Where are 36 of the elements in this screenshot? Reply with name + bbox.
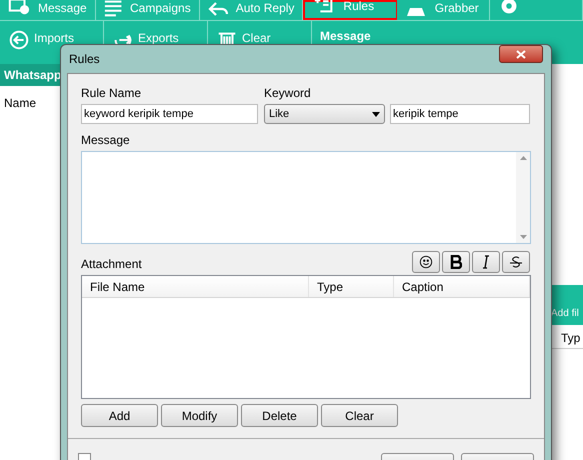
message-textarea[interactable] — [81, 151, 531, 244]
italic-icon — [481, 255, 491, 269]
arrow-left-circle-icon — [8, 29, 30, 51]
smiley-icon — [419, 255, 433, 269]
action-button[interactable]: Delete — [241, 404, 318, 427]
input-field[interactable]: keripik tempe — [390, 104, 530, 124]
column-header[interactable]: File Name — [82, 276, 309, 297]
close-icon — [516, 50, 526, 58]
field-label: Rule Name — [81, 85, 142, 102]
dropdown[interactable]: Like — [264, 104, 385, 124]
column-header: Name — [3, 95, 38, 112]
field-label: Keyword — [264, 85, 312, 102]
section-title: Message — [320, 30, 371, 42]
action-button[interactable]: Add — [81, 404, 158, 427]
input-field[interactable]: keyword keripik tempe — [81, 104, 258, 124]
column-header[interactable]: Type — [309, 276, 394, 297]
action-button[interactable]: Modify — [161, 404, 238, 427]
grabber-icon — [404, 7, 427, 17]
format-button[interactable] — [472, 251, 500, 273]
bold-icon — [450, 255, 462, 269]
format-button[interactable] — [442, 251, 470, 273]
strikethrough-icon — [509, 255, 523, 269]
column-header[interactable]: Caption — [394, 276, 530, 297]
format-button[interactable] — [412, 251, 440, 273]
scroll-up-icon[interactable] — [520, 156, 526, 160]
close-button[interactable] — [499, 45, 543, 63]
format-button[interactable] — [502, 251, 530, 273]
field-label: Message — [81, 132, 131, 149]
field-label: Attachment — [81, 256, 142, 273]
scrollbar[interactable] — [516, 152, 530, 243]
action-button[interactable]: Clear — [321, 404, 398, 427]
list-icon — [104, 0, 122, 17]
reply-icon — [208, 1, 228, 17]
scroll-down-icon[interactable] — [520, 235, 526, 239]
caret-icon — [372, 112, 380, 116]
envelope-check-icon — [8, 0, 30, 17]
